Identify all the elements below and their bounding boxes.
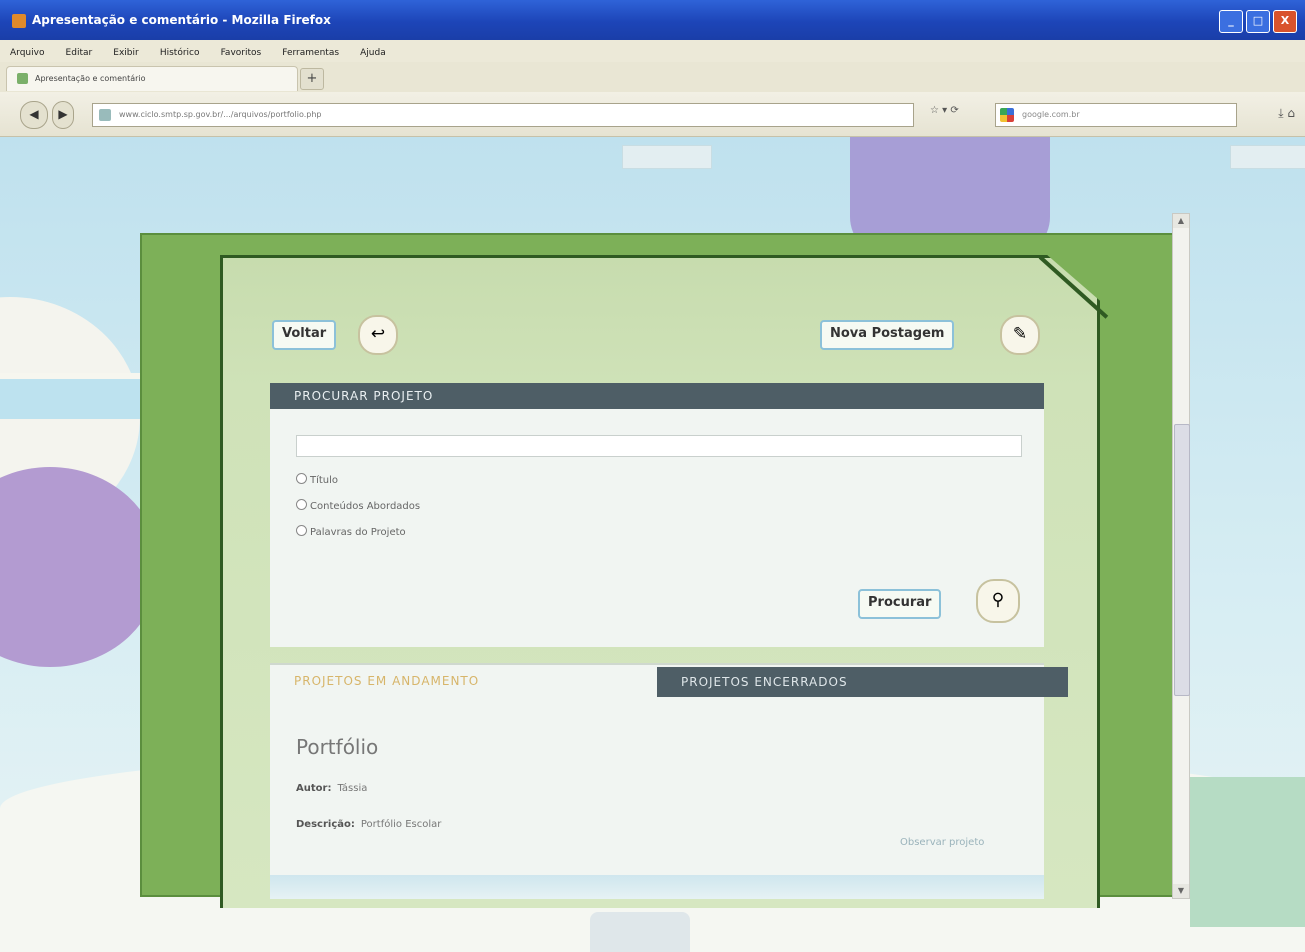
- search-header: PROCURAR PROJETO: [270, 383, 1044, 409]
- projects-panel: PROJETOS EM ANDAMENTO PROJETOS ENCERRADO…: [270, 663, 1068, 899]
- pencil-icon[interactable]: ✎: [1000, 315, 1040, 355]
- menu-bar: Arquivo Editar Exibir Histórico Favorito…: [0, 40, 1305, 63]
- close-button[interactable]: X: [1273, 10, 1297, 33]
- project-search-input[interactable]: [296, 435, 1022, 457]
- back-button[interactable]: Voltar: [272, 320, 337, 350]
- scroll-down-icon[interactable]: ▼: [1173, 884, 1189, 898]
- project-description: Descrição: Portfólio Escolar: [296, 819, 442, 830]
- radio-contents[interactable]: Conteúdos Abordados: [296, 499, 420, 512]
- tab-bar: Apresentação e comentário +: [0, 62, 1305, 93]
- new-post-button[interactable]: Nova Postagem: [820, 320, 955, 350]
- tab-projects-closed[interactable]: PROJETOS ENCERRADOS: [657, 667, 1068, 697]
- tab-projects-running[interactable]: PROJETOS EM ANDAMENTO: [270, 665, 680, 697]
- menu-help[interactable]: Ajuda: [360, 48, 386, 58]
- radio-circle-icon[interactable]: [296, 525, 307, 536]
- reload-icon[interactable]: ☆ ▾ ⟳: [930, 105, 959, 116]
- minimize-button[interactable]: _: [1219, 10, 1243, 33]
- background-tab: [1230, 145, 1305, 169]
- background-shape: [1190, 777, 1305, 927]
- page-viewport: Voltar ↩ Nova Postagem ✎ PROCURAR PROJET…: [0, 137, 1305, 952]
- radio-circle-icon[interactable]: [296, 499, 307, 510]
- radio-title[interactable]: Título: [296, 473, 338, 486]
- back-arrow-icon[interactable]: ↩: [358, 315, 398, 355]
- observe-project-link[interactable]: Observar projeto: [900, 837, 984, 848]
- menu-history[interactable]: Histórico: [160, 48, 200, 58]
- page-favicon-icon: [17, 73, 28, 84]
- radio-circle-icon[interactable]: [296, 473, 307, 484]
- search-panel: PROCURAR PROJETO Título Conteúdos Aborda…: [270, 383, 1044, 647]
- scroll-up-icon[interactable]: ▲: [1173, 214, 1189, 228]
- menu-tools[interactable]: Ferramentas: [282, 48, 339, 58]
- background-shape: [0, 467, 160, 667]
- project-author: Autor: Tássia: [296, 783, 368, 794]
- web-search-input[interactable]: google.com.br: [995, 103, 1237, 127]
- back-arrow-icon[interactable]: ◀: [20, 101, 48, 129]
- radio-keywords[interactable]: Palavras do Projeto: [296, 525, 406, 538]
- browser-titlebar: Apresentação e comentário - Mozilla Fire…: [0, 0, 1305, 40]
- project-title: Portfólio: [296, 735, 379, 759]
- scroll-thumb[interactable]: [1174, 424, 1190, 696]
- browser-tab-label: Apresentação e comentário: [35, 74, 146, 83]
- navigation-bar: ◀ ▶ www.ciclo.smtp.sp.gov.br/.../arquivo…: [0, 92, 1305, 137]
- forward-arrow-icon[interactable]: ▶: [52, 101, 74, 129]
- background-shape: [590, 912, 690, 952]
- firefox-icon: [12, 14, 26, 28]
- search-button[interactable]: Procurar: [858, 589, 942, 619]
- google-icon: [1000, 108, 1014, 122]
- magnifier-icon[interactable]: ⚲: [976, 579, 1020, 623]
- window-title: Apresentação e comentário - Mozilla Fire…: [32, 13, 331, 27]
- menu-edit[interactable]: Editar: [66, 48, 93, 58]
- background-tab: [622, 145, 712, 169]
- menu-bookmarks[interactable]: Favoritos: [221, 48, 262, 58]
- menu-view[interactable]: Exibir: [113, 48, 138, 58]
- window-controls: _ □ X: [1219, 10, 1297, 33]
- menu-file[interactable]: Arquivo: [10, 48, 44, 58]
- download-icon[interactable]: ⤓ ⌂: [1278, 106, 1295, 121]
- background-shape: [0, 373, 140, 419]
- address-bar[interactable]: www.ciclo.smtp.sp.gov.br/.../arquivos/po…: [92, 103, 914, 127]
- new-tab-button[interactable]: +: [300, 68, 324, 90]
- url-text: www.ciclo.smtp.sp.gov.br/.../arquivos/po…: [119, 110, 322, 119]
- browser-tab[interactable]: Apresentação e comentário: [6, 66, 298, 91]
- page-scrollbar[interactable]: ▲ ▼: [1172, 213, 1190, 899]
- maximize-button[interactable]: □: [1246, 10, 1270, 33]
- web-search-placeholder: google.com.br: [1022, 110, 1080, 119]
- panel-footer: [270, 875, 1044, 899]
- site-identity-icon: [99, 109, 111, 121]
